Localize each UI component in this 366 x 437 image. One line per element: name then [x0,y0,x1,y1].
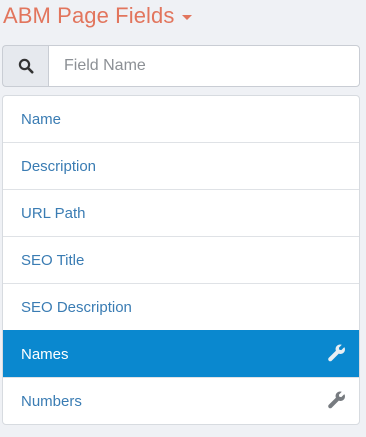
search-icon [18,58,33,74]
page-fields-dropdown[interactable]: ABM Page Fields [3,2,193,30]
field-item-seo-title[interactable]: SEO Title [3,236,359,283]
field-item-numbers[interactable]: Numbers [3,377,359,424]
field-item-label: Name [21,110,62,128]
field-item-description[interactable]: Description [3,142,359,189]
field-item-seo-description[interactable]: SEO Description [3,283,359,330]
field-item-label: SEO Description [21,298,132,316]
search-addon [2,45,48,87]
field-item-label: SEO Title [21,251,85,269]
field-item-label: URL Path [21,204,86,222]
field-search [2,45,360,87]
caret-down-icon [182,15,193,20]
wrench-icon[interactable] [327,391,347,411]
field-list: Name Description URL Path SEO Title SEO … [2,95,360,425]
page-title: ABM Page Fields [3,3,175,28]
field-item-name[interactable]: Name [3,96,359,142]
field-item-label: Description [21,157,97,175]
wrench-icon[interactable] [327,344,347,364]
field-item-names[interactable]: Names [3,330,359,377]
search-input[interactable] [48,45,360,87]
field-item-url-path[interactable]: URL Path [3,189,359,236]
field-item-label: Numbers [21,392,82,410]
field-item-label: Names [21,345,69,363]
